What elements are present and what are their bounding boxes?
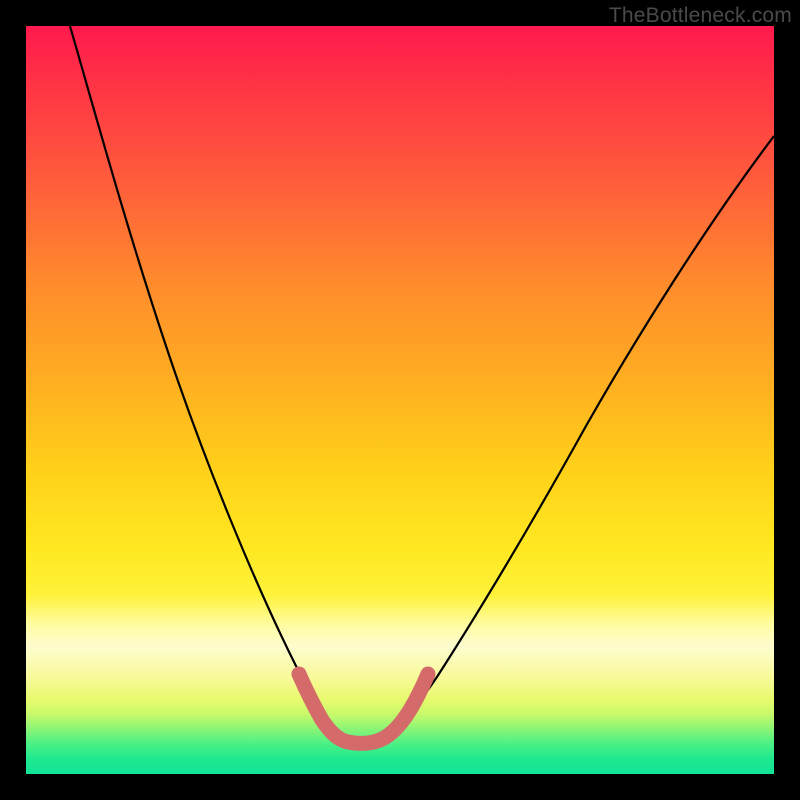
watermark-text: TheBottleneck.com bbox=[609, 4, 792, 28]
bottleneck-curve bbox=[70, 26, 774, 740]
chart-frame: TheBottleneck.com bbox=[0, 0, 800, 800]
optimal-range-highlight bbox=[299, 674, 428, 743]
chart-svg bbox=[26, 26, 774, 774]
plot-area bbox=[26, 26, 774, 774]
